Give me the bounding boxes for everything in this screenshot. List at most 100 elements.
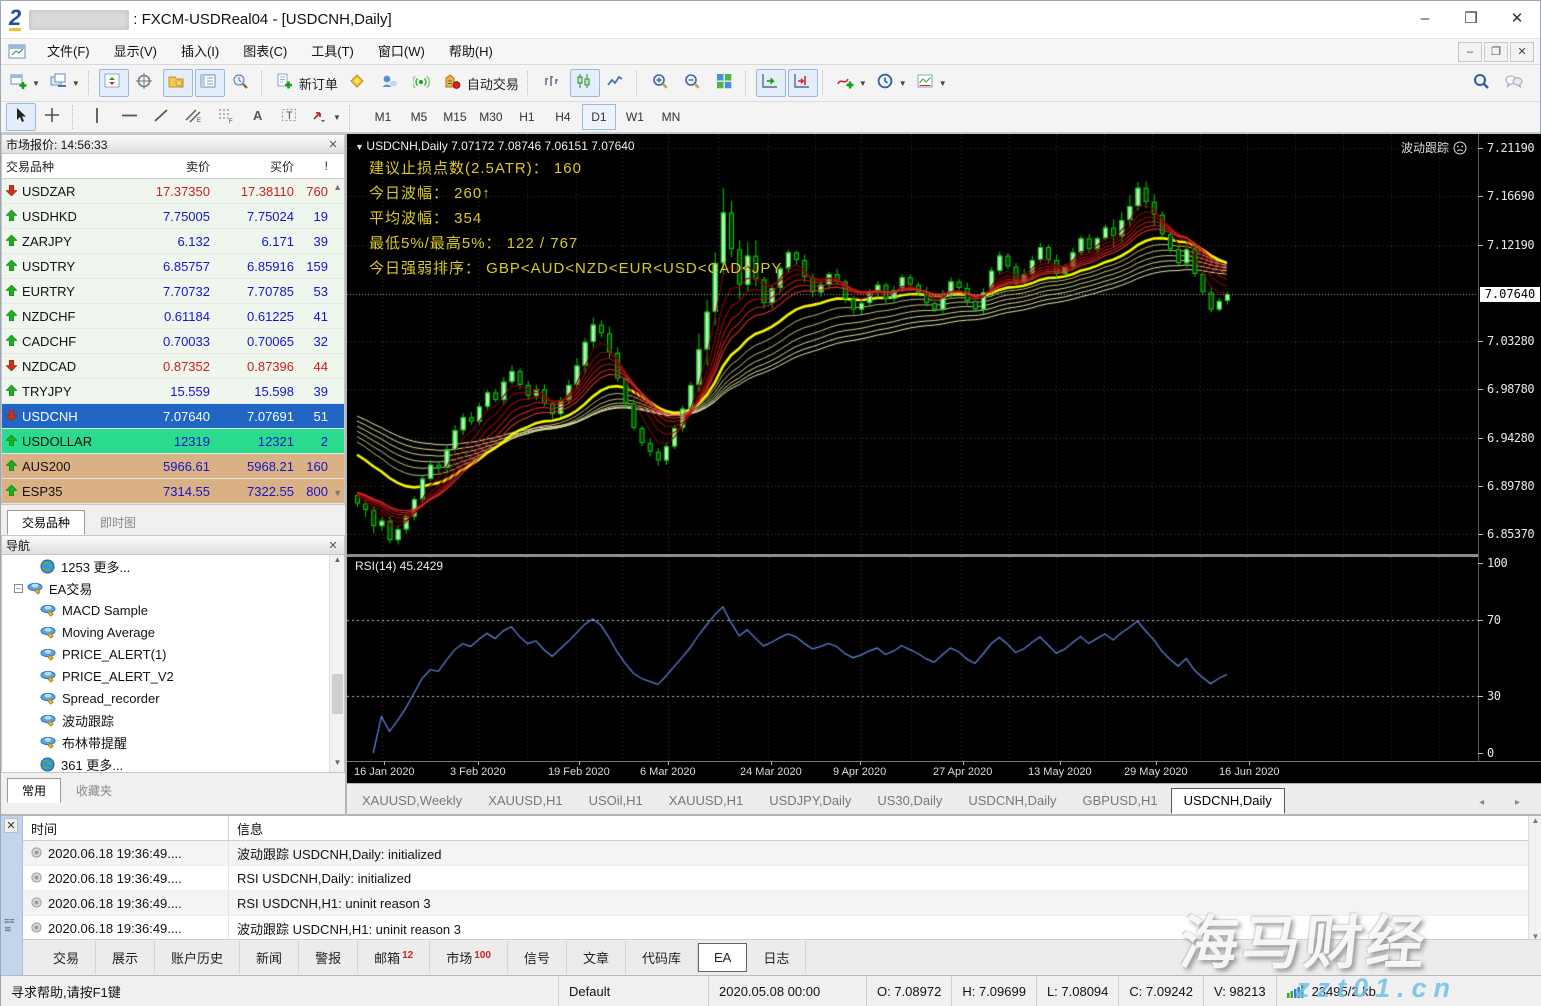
signals-button[interactable] — [408, 69, 438, 97]
timeframe-m15[interactable]: M15 — [438, 104, 472, 130]
search-button[interactable] — [1467, 69, 1497, 97]
timeframe-mn[interactable]: MN — [654, 104, 688, 130]
terminal-tab-11[interactable]: 日志 — [747, 941, 807, 974]
rsi-indicator-canvas[interactable] — [347, 557, 1478, 761]
child-close-button[interactable]: ✕ — [1510, 41, 1534, 62]
navigator-item-波动跟踪[interactable]: 波动跟踪 — [2, 709, 344, 731]
terminal-tab-7[interactable]: 信号 — [508, 941, 567, 974]
dropdown-caret-icon[interactable]: ▼ — [939, 79, 947, 88]
column-header-3[interactable]: ! — [300, 159, 332, 173]
terminal-tab-5[interactable]: 邮箱 12 — [358, 941, 431, 974]
new-order-button[interactable]: 新订单 — [272, 69, 342, 97]
terminal-tab-6[interactable]: 市场 100 — [430, 941, 508, 974]
chart-tab-4[interactable]: USDJPY,Daily — [756, 788, 864, 814]
indicator-splitter[interactable] — [347, 554, 1541, 557]
menu-v[interactable]: 显示(V) — [102, 40, 169, 64]
chart-shift-button[interactable] — [787, 69, 818, 97]
symbol-row-cadchf[interactable]: CADCHF 0.70033 0.70065 32 — [2, 329, 344, 354]
navigator-item-macdsample[interactable]: MACD Sample — [2, 599, 344, 621]
templates-button[interactable]: ▼ — [913, 69, 951, 97]
scroll-down-icon[interactable]: ▼ — [333, 488, 342, 498]
date-axis[interactable]: 16 Jan 2020 3 Feb 2020 19 Feb 2020 6 Mar 20… — [347, 761, 1541, 783]
minimize-button[interactable]: – — [1402, 1, 1448, 39]
symbol-row-zarjpy[interactable]: ZARJPY 6.132 6.171 39 — [2, 229, 344, 254]
crosshair-button[interactable] — [38, 103, 68, 131]
menu-c[interactable]: 图表(C) — [231, 40, 299, 64]
symbol-row-usdcnh[interactable]: USDCNH 7.07640 7.07691 51 — [2, 404, 344, 429]
terminal-scrollbar[interactable]: ▲ ▼ — [1528, 816, 1541, 941]
close-button[interactable]: ✕ — [1494, 1, 1540, 39]
price-chart-canvas[interactable] — [347, 134, 1478, 554]
chart-tab-2[interactable]: USOil,H1 — [576, 788, 656, 814]
chat-button[interactable] — [1499, 69, 1529, 97]
menu-w[interactable]: 窗口(W) — [366, 40, 437, 64]
strategy-tester-button[interactable] — [227, 69, 257, 97]
navigator-item-ea交易[interactable]: – EA交易 — [2, 577, 344, 599]
symbol-row-usdollar[interactable]: USDOLLAR 12319 12321 2 — [2, 429, 344, 454]
maximize-button[interactable]: ❒ — [1448, 1, 1494, 39]
channel-button[interactable]: E — [179, 103, 209, 131]
navigator-tab-common[interactable]: 常用 — [7, 778, 62, 803]
child-minimize-button[interactable]: – — [1458, 41, 1482, 62]
chart-tab-0[interactable]: XAUUSD,Weekly — [349, 788, 475, 814]
navigator-close-icon[interactable]: ✕ — [326, 539, 340, 552]
terminal-tab-1[interactable]: 展示 — [96, 941, 156, 974]
hline-button[interactable] — [115, 103, 145, 131]
terminal-grip-icon[interactable]: ≡≡ ≋ — [4, 917, 15, 934]
scroll-up-icon[interactable]: ▲ — [333, 182, 342, 192]
symbol-row-eurtry[interactable]: EURTRY 7.70732 7.70785 53 — [2, 279, 344, 304]
navigator-item-361更多[interactable]: 361 更多... — [2, 753, 344, 772]
terminal-tab-ea[interactable]: EA — [697, 943, 748, 972]
journal-row-1[interactable]: 2020.06.18 19:36:49.... RSI USDCNH,Daily:… — [23, 866, 1528, 891]
dropdown-caret-icon[interactable]: ▼ — [899, 79, 907, 88]
terminal-button[interactable] — [194, 69, 225, 97]
dropdown-caret-icon[interactable]: ▼ — [72, 79, 80, 88]
vline-button[interactable] — [83, 103, 113, 131]
chart-tab-7[interactable]: GBPUSD,H1 — [1070, 788, 1171, 814]
symbol-row-usdtry[interactable]: USDTRY 6.85757 6.85916 159 — [2, 254, 344, 279]
auto-scroll-button[interactable] — [755, 69, 786, 97]
chart-tab-5[interactable]: US30,Daily — [864, 788, 955, 814]
child-restore-button[interactable]: ❐ — [1484, 41, 1508, 62]
symbol-row-aus200[interactable]: AUS200 5966.61 5968.21 160 — [2, 454, 344, 479]
auto-trade-button[interactable]: 自动交易 — [440, 69, 523, 97]
navigator-item-pricealert1[interactable]: PRICE_ALERT(1) — [2, 643, 344, 665]
trendline-button[interactable] — [147, 103, 177, 131]
tile-windows-button[interactable] — [711, 69, 741, 97]
periods-button[interactable]: ▼ — [873, 69, 911, 97]
navigator-item-布林带提醒[interactable]: 布林带提醒 — [2, 731, 344, 753]
community-button[interactable] — [376, 69, 406, 97]
column-header-2[interactable]: 买价 — [216, 158, 300, 175]
navigator-tab-favorites[interactable]: 收藏夹 — [61, 778, 127, 803]
bar-chart-button[interactable] — [538, 69, 568, 97]
terminal-tab-9[interactable]: 代码库 — [626, 941, 698, 974]
menu-h[interactable]: 帮助(H) — [437, 40, 505, 64]
symbol-row-esp35[interactable]: ESP35 7314.55 7322.55 800 — [2, 479, 344, 504]
status-profile[interactable]: Default — [559, 976, 709, 1006]
zoom-out-button[interactable] — [679, 69, 709, 97]
market-watch-tab-symbols[interactable]: 交易品种 — [7, 510, 86, 535]
new-chart-button[interactable]: ▼ — [6, 69, 44, 97]
journal-row-3[interactable]: 2020.06.18 19:36:49.... 波动跟踪 USDCNH,H1: u… — [23, 916, 1528, 941]
timeframe-m5[interactable]: M5 — [402, 104, 436, 130]
price-scale[interactable]: 7.21190 7.16690 7.12190 7.03280 6.98780 6.942… — [1477, 134, 1541, 761]
navigator-item-movingaverage[interactable]: Moving Average — [2, 621, 344, 643]
terminal-tab-2[interactable]: 账户历史 — [155, 941, 241, 974]
timeframe-w1[interactable]: W1 — [618, 104, 652, 130]
timeframe-m30[interactable]: M30 — [474, 104, 508, 130]
navigator-item-spreadrecorder[interactable]: Spread_recorder — [2, 687, 344, 709]
profiles-button[interactable]: ▼ — [46, 69, 84, 97]
column-header-1[interactable]: 卖价 — [130, 158, 216, 175]
zoom-in-button[interactable] — [647, 69, 677, 97]
navigator-item-1253更多[interactable]: 1253 更多... — [2, 555, 344, 577]
journal-header-message[interactable]: 信息 — [228, 816, 1528, 840]
menu-i[interactable]: 插入(I) — [169, 40, 231, 64]
chart-tab-3[interactable]: XAUUSD,H1 — [656, 788, 756, 814]
indicators-button[interactable]: ▼ — [833, 69, 871, 97]
symbol-row-nzdcad[interactable]: NZDCAD 0.87352 0.87396 44 — [2, 354, 344, 379]
chart-tab-1[interactable]: XAUUSD,H1 — [475, 788, 575, 814]
menu-t[interactable]: 工具(T) — [299, 40, 366, 64]
dropdown-caret-icon[interactable]: ▼ — [859, 79, 867, 88]
market-watch-button[interactable] — [98, 69, 129, 97]
journal-row-2[interactable]: 2020.06.18 19:36:49.... RSI USDCNH,H1: un… — [23, 891, 1528, 916]
